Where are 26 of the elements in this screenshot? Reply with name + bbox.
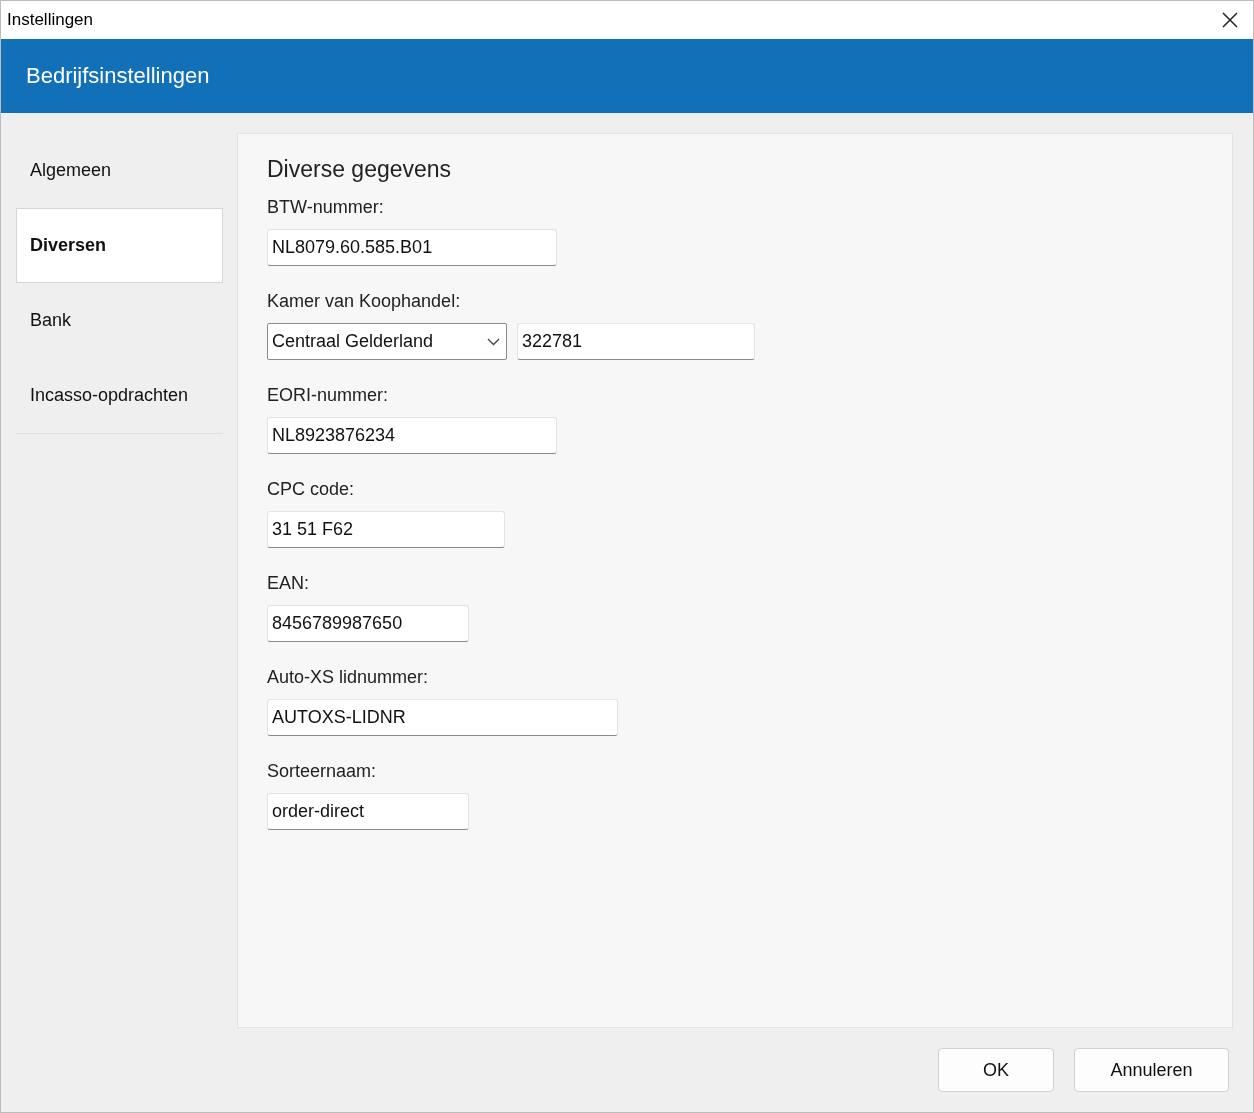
sidebar-item[interactable]: Diversen xyxy=(16,208,223,283)
window-title: Instellingen xyxy=(7,10,93,30)
field-label: EAN: xyxy=(267,573,310,594)
input-field[interactable]: 31 51 F62 xyxy=(267,511,505,548)
input-field[interactable]: order-direct xyxy=(267,793,469,830)
field-label: EORI-nummer: xyxy=(267,385,390,406)
header-title: Bedrijfsinstellingen xyxy=(26,63,210,89)
sidebar-item[interactable]: Incasso-opdrachten xyxy=(16,358,223,433)
field-label: BTW-nummer: xyxy=(267,197,385,218)
ok-button[interactable]: OK xyxy=(938,1048,1054,1092)
cancel-button[interactable]: Annuleren xyxy=(1074,1048,1229,1092)
input-field[interactable]: 322781 xyxy=(517,323,755,360)
field-label: Kamer van Koophandel: xyxy=(267,291,462,312)
field-label: CPC code: xyxy=(267,479,356,500)
sidebar-item[interactable]: Algemeen xyxy=(16,133,223,208)
chevron-down-icon xyxy=(487,337,500,346)
input-field[interactable]: AUTOXS-LIDNR xyxy=(267,699,618,736)
input-field[interactable]: NL8923876234 xyxy=(267,417,557,454)
input-field[interactable]: NL8079.60.585.B01 xyxy=(267,229,557,266)
dropdown[interactable]: Centraal Gelderland xyxy=(267,323,507,360)
sidebar-item[interactable]: Bank xyxy=(16,283,223,358)
close-icon xyxy=(1222,12,1238,28)
field-label: Auto-XS lidnummer: xyxy=(267,667,430,688)
field-label: Sorteernaam: xyxy=(267,761,378,782)
input-field[interactable]: 8456789987650 xyxy=(267,605,469,642)
section-title: Diverse gegevens xyxy=(267,156,453,183)
